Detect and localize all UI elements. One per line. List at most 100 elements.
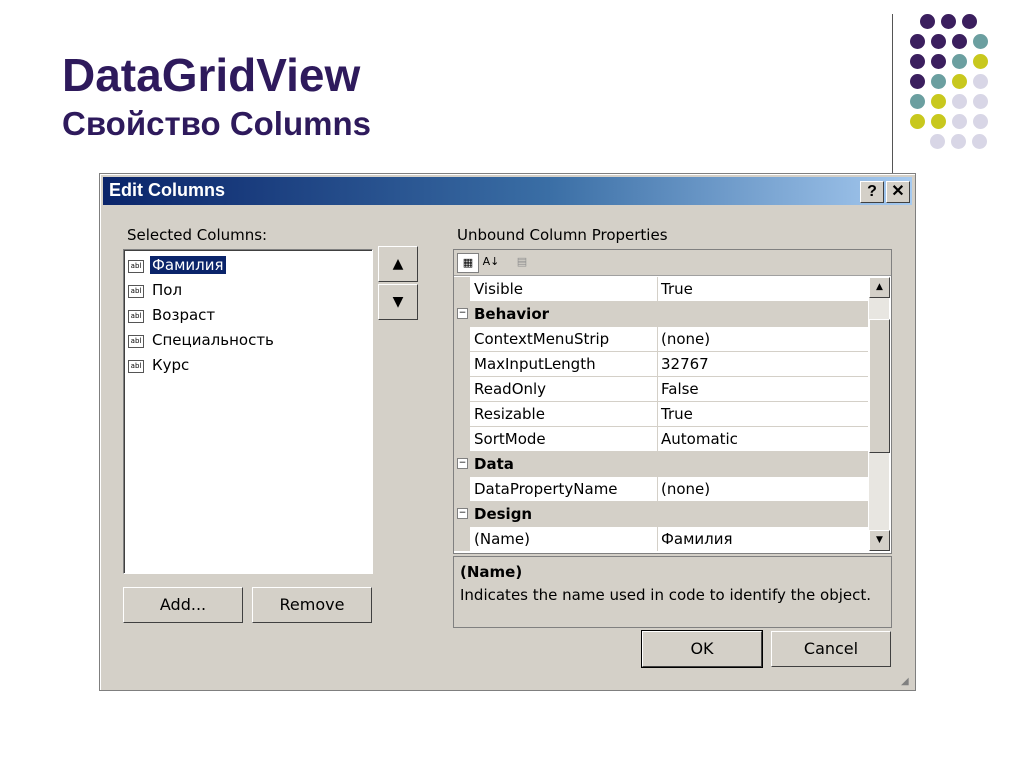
property-value[interactable]: Automatic [661, 430, 738, 448]
selected-columns-list[interactable]: abl Фамилия abl Пол abl Возраст abl Специаль… [123, 249, 373, 574]
collapse-icon[interactable]: − [457, 508, 468, 519]
sort-az-icon[interactable]: A↓ [481, 253, 501, 271]
property-rows: Visible True − Behavior ContextMenuStrip (n… [454, 277, 868, 551]
property-description: (Name) Indicates the name used in code t… [453, 556, 892, 628]
scroll-down-icon[interactable]: ▼ [869, 530, 890, 551]
property-value[interactable]: (none) [661, 330, 710, 348]
property-value[interactable]: False [661, 380, 699, 398]
scroll-up-icon[interactable]: ▲ [869, 277, 890, 298]
decorative-dot [973, 34, 988, 49]
decorative-dot [972, 134, 987, 149]
list-item[interactable]: abl Специальность [128, 329, 276, 351]
decorative-dot [973, 94, 988, 109]
decorative-dot [941, 14, 956, 29]
slide-subtitle: Свойство Columns [62, 105, 371, 142]
decorative-dot [931, 54, 946, 69]
property-row[interactable]: (Name) Фамилия [454, 527, 868, 551]
property-name: SortMode [474, 430, 546, 448]
list-item[interactable]: abl Пол [128, 279, 184, 301]
property-grid[interactable]: ▦ A↓ ▤ Visible True − Behavior ContextMenu… [453, 249, 892, 554]
slide-title: DataGridView Свойство Columns [62, 48, 371, 144]
decorative-dot [951, 134, 966, 149]
edit-columns-dialog: Edit Columns ? ✕ Selected Columns: abl Фа… [99, 173, 916, 691]
decorative-dot [973, 54, 988, 69]
ok-button[interactable]: OK [641, 630, 763, 668]
decorative-dot [952, 94, 967, 109]
scroll-thumb[interactable] [869, 319, 890, 453]
decorative-dot [910, 94, 925, 109]
column-icon: abl [128, 260, 144, 273]
column-icon: abl [128, 310, 144, 323]
decorative-divider [892, 14, 893, 174]
help-button[interactable]: ? [860, 181, 884, 203]
description-title: (Name) [460, 563, 523, 581]
list-item-label: Пол [152, 281, 183, 299]
property-pages-icon[interactable]: ▤ [512, 253, 532, 271]
dialog-titlebar[interactable]: Edit Columns ? ✕ [103, 177, 912, 205]
list-item-label: Специальность [152, 331, 274, 349]
property-name: Resizable [474, 405, 545, 423]
decorative-dot [973, 74, 988, 89]
dialog-title: Edit Columns [109, 180, 225, 200]
decorative-dot [952, 74, 967, 89]
arrow-down-icon: ▼ [392, 294, 404, 310]
decorative-dot [920, 14, 935, 29]
list-item-label: Возраст [152, 306, 216, 324]
decorative-dot [931, 34, 946, 49]
category-name: Behavior [474, 305, 550, 323]
property-name: ReadOnly [474, 380, 547, 398]
property-name: Visible [474, 280, 523, 298]
property-name: ContextMenuStrip [474, 330, 610, 348]
property-category[interactable]: − Data [454, 452, 868, 477]
selected-columns-label: Selected Columns: [127, 226, 268, 244]
property-value[interactable]: True [661, 280, 693, 298]
column-icon: abl [128, 360, 144, 373]
property-row[interactable]: Resizable True [454, 402, 868, 427]
slide-title-main: DataGridView [62, 49, 361, 101]
list-item[interactable]: abl Фамилия [128, 254, 227, 276]
property-row[interactable]: MaxInputLength 32767 [454, 352, 868, 377]
property-category[interactable]: − Design [454, 502, 868, 527]
property-value[interactable]: True [661, 405, 693, 423]
decorative-dot [952, 54, 967, 69]
property-name: DataPropertyName [474, 480, 618, 498]
decorative-dot [910, 34, 925, 49]
list-item[interactable]: abl Возраст [128, 304, 217, 326]
property-category[interactable]: − Behavior [454, 302, 868, 327]
move-up-button[interactable]: ▲ [378, 246, 418, 282]
close-button[interactable]: ✕ [886, 181, 910, 203]
categorized-icon[interactable]: ▦ [457, 253, 479, 273]
decorative-dot [910, 74, 925, 89]
move-down-button[interactable]: ▼ [378, 284, 418, 320]
property-row[interactable]: SortMode Automatic [454, 427, 868, 452]
add-button[interactable]: Add... [123, 587, 243, 623]
property-row[interactable]: ReadOnly False [454, 377, 868, 402]
collapse-icon[interactable]: − [457, 308, 468, 319]
decorative-dot [952, 114, 967, 129]
category-name: Design [474, 505, 533, 523]
remove-button[interactable]: Remove [252, 587, 372, 623]
decorative-dot [931, 74, 946, 89]
list-item[interactable]: abl Курс [128, 354, 191, 376]
collapse-icon[interactable]: − [457, 458, 468, 469]
decorative-dot [910, 114, 925, 129]
property-row[interactable]: ContextMenuStrip (none) [454, 327, 868, 352]
property-grid-toolbar: ▦ A↓ ▤ [454, 250, 891, 276]
decorative-dot [962, 14, 977, 29]
property-row[interactable]: Visible True [454, 277, 868, 302]
property-name: (Name) [474, 530, 530, 548]
property-row[interactable]: DataPropertyName (none) [454, 477, 868, 502]
property-value[interactable]: 32767 [661, 355, 709, 373]
list-item-label: Фамилия [149, 255, 227, 275]
decorative-dot [952, 34, 967, 49]
properties-label: Unbound Column Properties [457, 226, 668, 244]
cancel-button[interactable]: Cancel [771, 631, 891, 667]
decorative-dot [930, 134, 945, 149]
resize-grip-icon[interactable]: ◢ [901, 676, 913, 688]
property-value[interactable]: Фамилия [661, 530, 733, 548]
property-grid-scrollbar[interactable]: ▲ ▼ [869, 277, 890, 551]
property-value[interactable]: (none) [661, 480, 710, 498]
decorative-dot [973, 114, 988, 129]
arrow-up-icon: ▲ [392, 256, 404, 272]
list-item-label: Курс [152, 356, 190, 374]
